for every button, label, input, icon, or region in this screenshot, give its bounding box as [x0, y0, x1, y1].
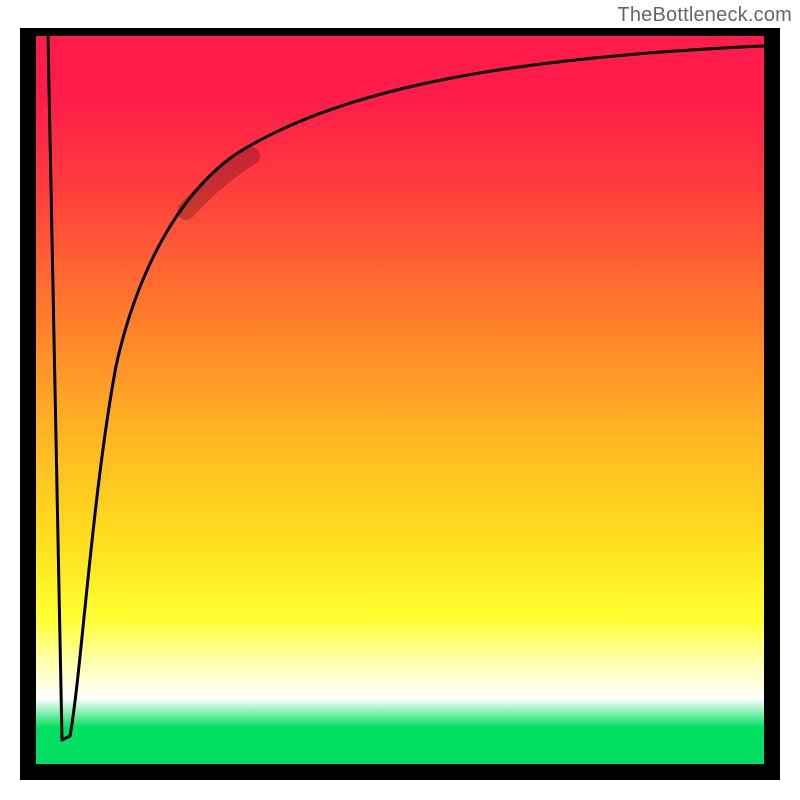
plot-area	[36, 36, 764, 764]
curve-svg	[36, 36, 764, 764]
attribution-text: TheBottleneck.com	[617, 4, 792, 27]
plot-frame	[20, 28, 780, 780]
chart-container: TheBottleneck.com	[0, 0, 800, 800]
highlight-segment	[186, 156, 251, 211]
bottleneck-curve	[48, 36, 764, 740]
